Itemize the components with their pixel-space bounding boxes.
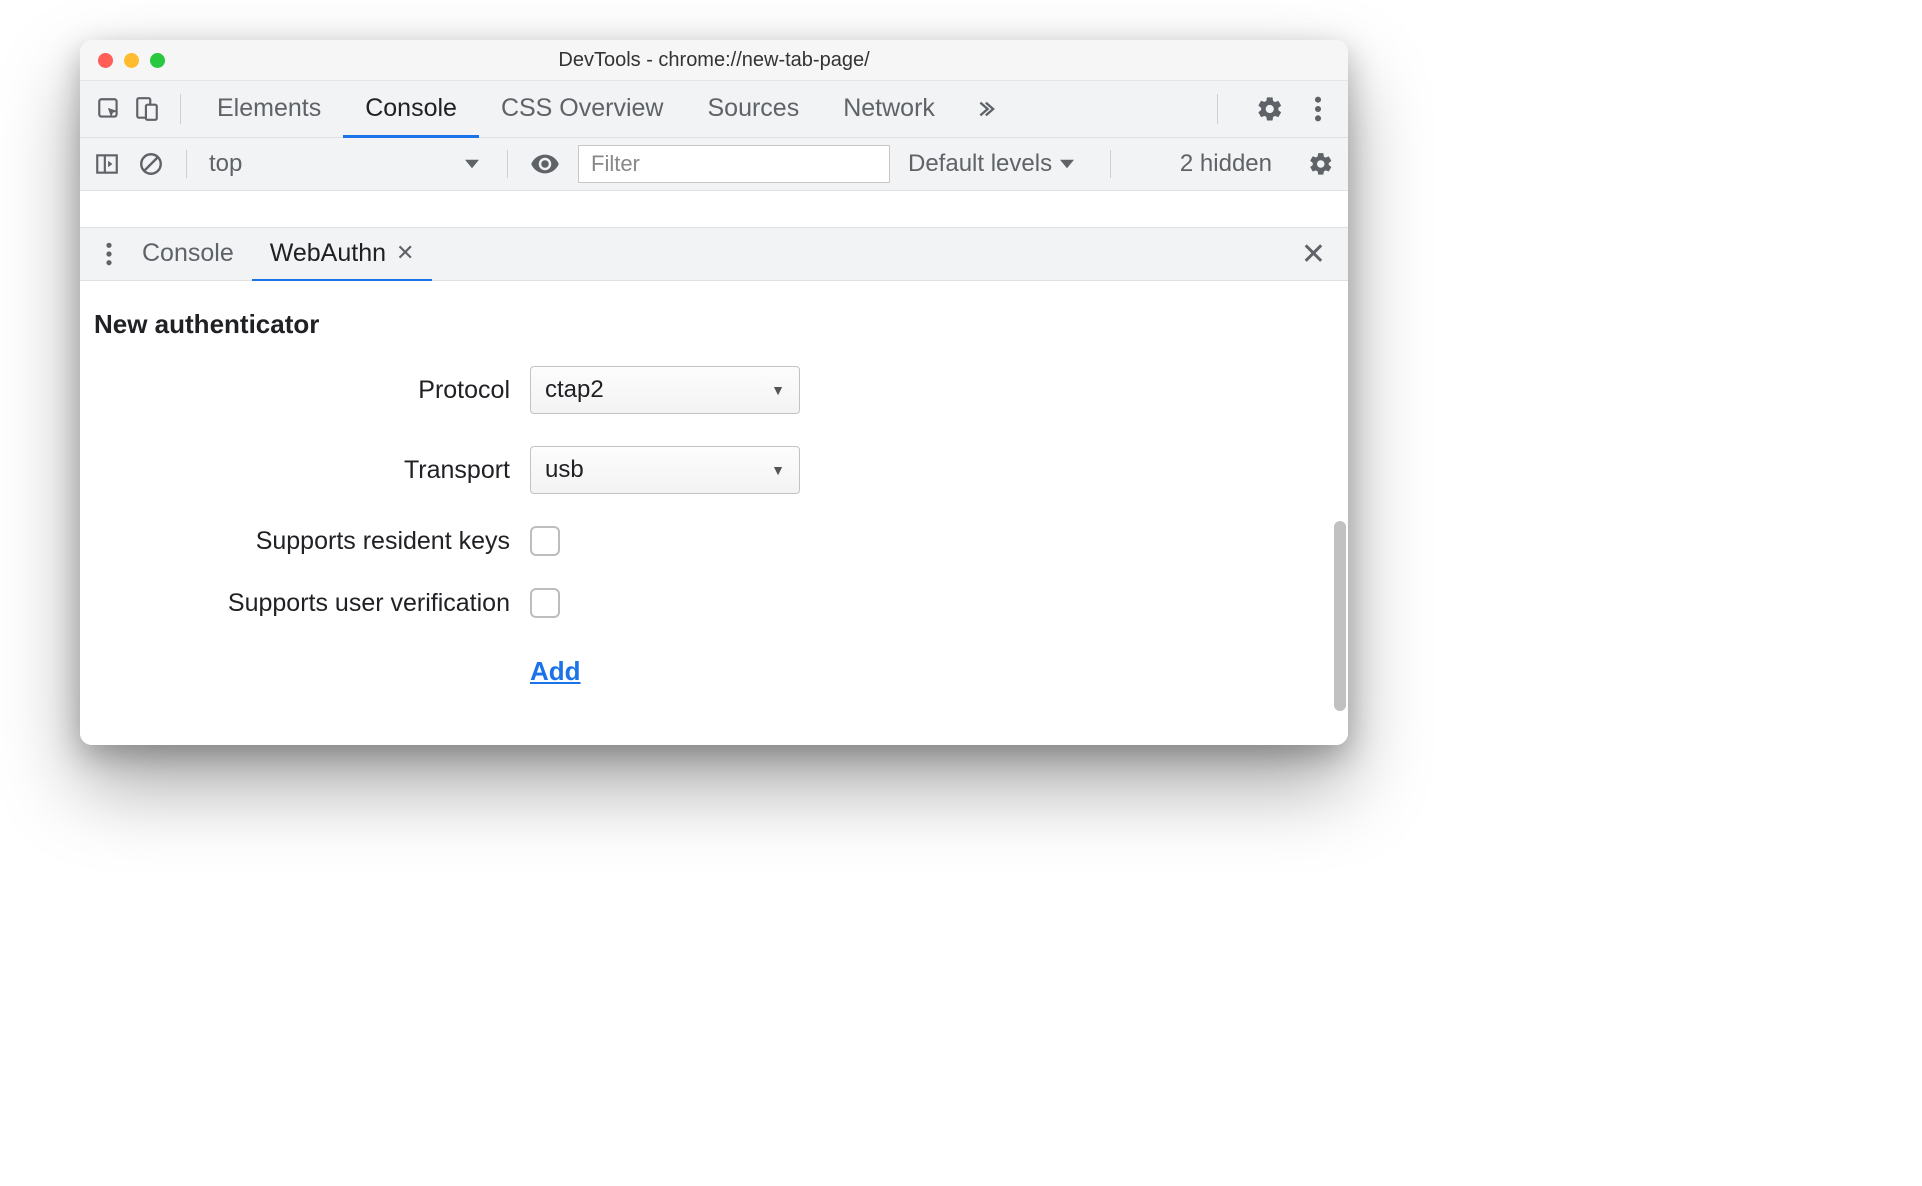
tab-elements[interactable]: Elements xyxy=(195,81,343,138)
row-protocol: Protocol ctap2 ▼ xyxy=(80,366,1348,414)
kebab-menu-icon[interactable] xyxy=(1308,95,1328,123)
console-settings-icon[interactable] xyxy=(1308,151,1334,177)
hidden-messages-count[interactable]: 2 hidden xyxy=(1180,150,1272,178)
execution-context-value: top xyxy=(209,150,242,178)
live-expression-icon[interactable] xyxy=(530,149,560,179)
titlebar: DevTools - chrome://new-tab-page/ xyxy=(80,40,1348,81)
chevron-down-icon: ▼ xyxy=(771,462,785,478)
authenticator-form: Protocol ctap2 ▼ Transport usb ▼ Support… xyxy=(80,366,1348,687)
label-transport: Transport xyxy=(80,456,510,485)
settings-icon[interactable] xyxy=(1256,95,1284,123)
drawer-more-icon[interactable] xyxy=(94,241,124,267)
window-title: DevTools - chrome://new-tab-page/ xyxy=(80,49,1348,72)
drawer-tab-label: Console xyxy=(142,239,234,268)
execution-context-dropdown[interactable]: top xyxy=(209,146,485,182)
console-output-area xyxy=(80,191,1348,228)
separator xyxy=(186,150,187,178)
log-levels-dropdown[interactable]: Default levels xyxy=(908,150,1074,178)
chevron-down-icon xyxy=(1060,157,1074,171)
device-toggle-icon[interactable] xyxy=(128,96,166,122)
tab-label: CSS Overview xyxy=(501,94,664,123)
separator xyxy=(507,150,508,178)
tab-console[interactable]: Console xyxy=(343,81,479,138)
separator xyxy=(180,94,181,124)
close-tab-icon[interactable]: ✕ xyxy=(396,242,414,264)
filter-input[interactable] xyxy=(578,145,890,183)
row-add: Add xyxy=(80,656,1348,687)
close-window-button[interactable] xyxy=(98,53,113,68)
add-button[interactable]: Add xyxy=(530,656,581,686)
tab-label: Elements xyxy=(217,94,321,123)
label-user-verification: Supports user verification xyxy=(80,589,510,618)
tab-sources[interactable]: Sources xyxy=(686,81,822,138)
row-transport: Transport usb ▼ xyxy=(80,446,1348,494)
transport-select[interactable]: usb ▼ xyxy=(530,446,800,494)
resident-keys-checkbox[interactable] xyxy=(530,526,560,556)
close-drawer-icon[interactable]: ✕ xyxy=(1293,237,1334,272)
more-tabs-icon[interactable] xyxy=(957,98,1011,120)
webauthn-pane: New authenticator Protocol ctap2 ▼ Trans… xyxy=(80,281,1348,745)
drawer-tab-label: WebAuthn xyxy=(270,239,386,268)
protocol-value: ctap2 xyxy=(545,376,604,404)
tab-label: Network xyxy=(843,94,935,123)
window-controls xyxy=(80,53,165,68)
transport-value: usb xyxy=(545,456,584,484)
user-verification-checkbox[interactable] xyxy=(530,588,560,618)
protocol-select[interactable]: ctap2 ▼ xyxy=(530,366,800,414)
log-levels-value: Default levels xyxy=(908,150,1052,178)
tab-label: Console xyxy=(365,94,457,123)
chevron-down-icon xyxy=(465,157,479,171)
label-protocol: Protocol xyxy=(80,376,510,405)
main-tabstrip: Elements Console CSS Overview Sources Ne… xyxy=(80,81,1348,138)
tab-label: Sources xyxy=(708,94,800,123)
clear-console-icon[interactable] xyxy=(138,151,164,177)
section-heading: New authenticator xyxy=(94,309,1348,340)
row-resident-keys: Supports resident keys xyxy=(80,526,1348,556)
drawer-tabstrip: Console WebAuthn ✕ ✕ xyxy=(80,228,1348,281)
console-toolbar: top Default levels 2 hidden xyxy=(80,138,1348,191)
console-sidebar-toggle-icon[interactable] xyxy=(94,151,120,177)
inspect-element-icon[interactable] xyxy=(90,96,128,122)
devtools-window: DevTools - chrome://new-tab-page/ Elemen… xyxy=(80,40,1348,745)
separator xyxy=(1110,150,1111,178)
drawer-tab-webauthn[interactable]: WebAuthn ✕ xyxy=(252,227,433,282)
maximize-window-button[interactable] xyxy=(150,53,165,68)
separator xyxy=(1217,94,1218,124)
chevron-down-icon: ▼ xyxy=(771,382,785,398)
row-user-verification: Supports user verification xyxy=(80,588,1348,618)
minimize-window-button[interactable] xyxy=(124,53,139,68)
tab-network[interactable]: Network xyxy=(821,81,957,138)
drawer-tab-console[interactable]: Console xyxy=(124,227,252,282)
label-resident-keys: Supports resident keys xyxy=(80,527,510,556)
tab-css-overview[interactable]: CSS Overview xyxy=(479,81,686,138)
